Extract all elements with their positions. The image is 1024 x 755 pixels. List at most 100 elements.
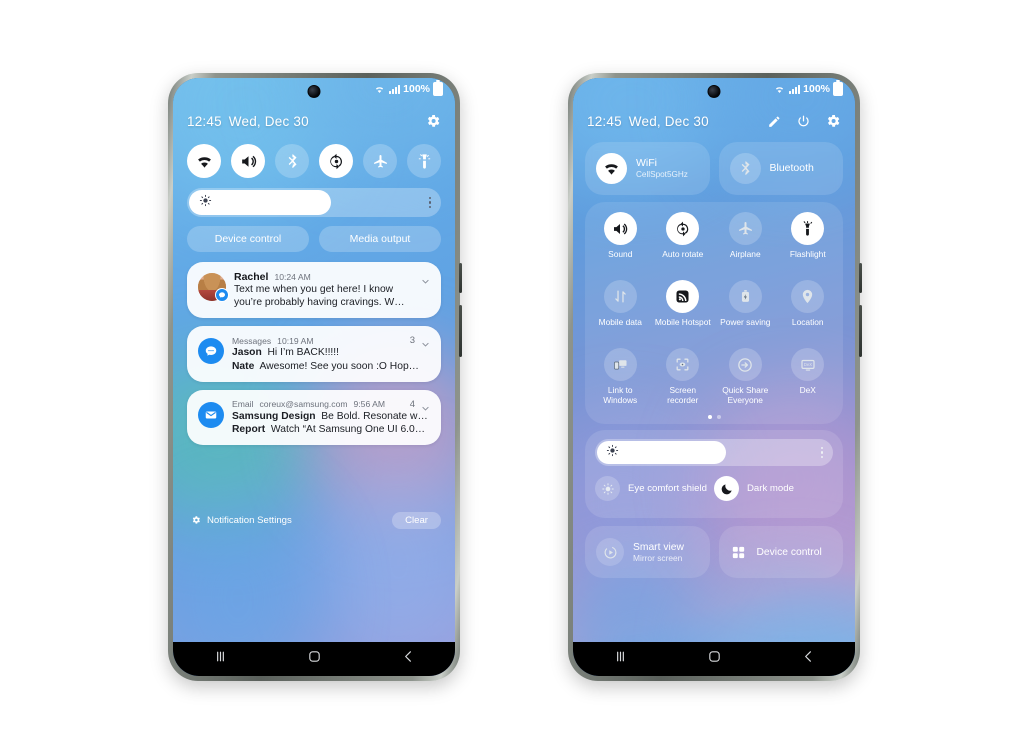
sound-icon[interactable] [603, 212, 637, 245]
display-modes-row: Eye comfort shield Dark mode [595, 476, 833, 501]
tile-location[interactable]: Location [777, 280, 840, 348]
clear-button[interactable]: Clear [392, 511, 441, 529]
notification-card[interactable]: Rachel 10:24 AM Text me when you get her… [187, 262, 441, 319]
mobile-data-icon[interactable] [603, 280, 637, 313]
home-icon[interactable] [707, 649, 722, 669]
battery-saver-icon[interactable] [728, 280, 762, 313]
toggle-sound[interactable] [231, 144, 265, 178]
wifi-card[interactable]: WiFi CellSpot5GHz [585, 142, 710, 195]
chevron-down-icon[interactable] [421, 273, 430, 284]
mode-label: Eye comfort shield [628, 483, 707, 494]
front-camera-cutout [707, 85, 721, 98]
kebab-menu-icon[interactable] [428, 196, 431, 209]
bluetooth-icon[interactable] [729, 153, 761, 184]
gear-icon[interactable] [191, 515, 201, 525]
notification-card[interactable]: Email coreux@samsung.com 9:56 AM 4 Samsu… [187, 389, 441, 446]
bluetooth-card[interactable]: Bluetooth [718, 142, 843, 195]
tile-link-to-windows[interactable]: Link to Windows [589, 348, 652, 416]
tile-flashlight[interactable]: Flashlight [777, 212, 840, 280]
media-output-button[interactable]: Media output [319, 226, 441, 252]
device-control-card[interactable]: Device control [718, 526, 843, 578]
kebab-menu-icon[interactable] [820, 446, 823, 459]
notification-line: Awesome! See you soon :O Hop… [259, 360, 419, 372]
messages-badge-icon [215, 288, 229, 302]
location-pin-icon[interactable] [791, 280, 825, 313]
airplane-icon[interactable] [728, 212, 762, 245]
tile-auto-rotate[interactable]: Auto rotate [652, 212, 715, 280]
toggle-bluetooth[interactable] [275, 144, 309, 178]
link-to-windows-icon[interactable] [603, 348, 637, 381]
auto-rotate-icon[interactable] [666, 212, 700, 245]
toggle-flashlight[interactable] [407, 144, 441, 178]
gear-icon[interactable] [425, 113, 441, 129]
eye-comfort-shield-toggle[interactable]: Eye comfort shield [595, 476, 714, 501]
tile-label: Sound [608, 249, 633, 259]
tile-row: Sound Auto rotate Airplane Flashlight [589, 212, 839, 280]
notification-count: 4 [409, 398, 415, 410]
smart-view-title: Smart view [633, 541, 684, 553]
power-side-button[interactable] [859, 305, 862, 357]
tile-airplane[interactable]: Airplane [714, 212, 777, 280]
notification-footer: Notification Settings Clear [191, 510, 441, 530]
toggle-auto-rotate[interactable] [319, 144, 353, 178]
power-icon[interactable] [796, 114, 811, 129]
phone-screen-right: 100% 12:45 Wed, Dec 30 WiFi CellSpot5GHz… [573, 78, 855, 676]
notification-settings-label[interactable]: Notification Settings [207, 515, 292, 526]
bottom-card-row: Smart view Mirror screen Device control [585, 526, 843, 578]
phone-device-left: 100% 12:45 Wed, Dec 30 Device control Me… [168, 73, 462, 681]
back-icon[interactable] [801, 649, 816, 669]
page-dot[interactable] [716, 415, 721, 419]
hotspot-icon[interactable] [666, 280, 700, 313]
device-control-button[interactable]: Device control [187, 226, 309, 252]
volume-button[interactable] [859, 263, 862, 293]
smart-view-card[interactable]: Smart view Mirror screen [585, 526, 710, 578]
brightness-card: Eye comfort shield Dark mode [585, 430, 843, 518]
brightness-slider-left[interactable] [187, 188, 441, 217]
tile-power-saving[interactable]: Power saving [714, 280, 777, 348]
gear-icon[interactable] [825, 113, 841, 129]
tile-sound[interactable]: Sound [589, 212, 652, 280]
battery-percentage: 100% [403, 83, 430, 95]
chevron-down-icon[interactable] [421, 400, 430, 411]
quick-share-icon[interactable] [728, 348, 762, 381]
pencil-icon[interactable] [767, 114, 782, 129]
notification-card[interactable]: Messages 10:19 AM 3 Jason Hi I’m BACK!!!… [187, 326, 441, 382]
back-icon[interactable] [401, 649, 416, 669]
battery-full-icon [833, 80, 843, 96]
tile-mobile-data[interactable]: Mobile data [589, 280, 652, 348]
wifi-icon[interactable] [596, 153, 627, 184]
brightness-slider-right[interactable] [595, 439, 833, 466]
clock-time: 12:45 [587, 113, 622, 129]
screenshot-canvas: 100% 12:45 Wed, Dec 30 Device control Me… [0, 0, 1024, 755]
chevron-down-icon[interactable] [421, 336, 430, 347]
home-icon[interactable] [307, 649, 322, 669]
battery-percentage: 100% [803, 83, 830, 95]
wifi-icon [773, 84, 786, 95]
eye-comfort-icon[interactable] [595, 476, 620, 501]
moon-icon[interactable] [714, 476, 739, 501]
flashlight-icon[interactable] [791, 212, 825, 245]
screen-recorder-icon[interactable] [666, 348, 700, 381]
recents-icon[interactable] [612, 648, 629, 670]
navigation-bar-left [173, 642, 455, 676]
tile-screen-recorder[interactable]: Screen recorder [652, 348, 715, 416]
toggle-wifi[interactable] [187, 144, 221, 178]
tile-mobile-hotspot[interactable]: Mobile Hotspot [652, 280, 715, 348]
wifi-icon [373, 84, 386, 95]
page-dot-active[interactable] [707, 415, 712, 419]
dex-icon[interactable]: DeX [791, 348, 825, 381]
volume-button[interactable] [459, 263, 462, 293]
tile-quick-share[interactable]: Quick Share Everyone [714, 348, 777, 416]
notification-line: Be Bold. Resonate w… [321, 410, 428, 422]
toggle-airplane[interactable] [363, 144, 397, 178]
tile-label: Power saving [720, 317, 771, 327]
phone-device-right: 100% 12:45 Wed, Dec 30 WiFi CellSpot5GHz… [568, 73, 862, 681]
smart-view-icon[interactable] [596, 538, 624, 566]
power-side-button[interactable] [459, 305, 462, 357]
device-control-icon[interactable] [730, 544, 748, 561]
dark-mode-toggle[interactable]: Dark mode [714, 476, 833, 501]
tile-label: Flashlight [789, 249, 826, 259]
tile-dex[interactable]: DeX DeX [777, 348, 840, 416]
notification-time: 9:56 AM [353, 399, 386, 410]
recents-icon[interactable] [212, 648, 229, 670]
